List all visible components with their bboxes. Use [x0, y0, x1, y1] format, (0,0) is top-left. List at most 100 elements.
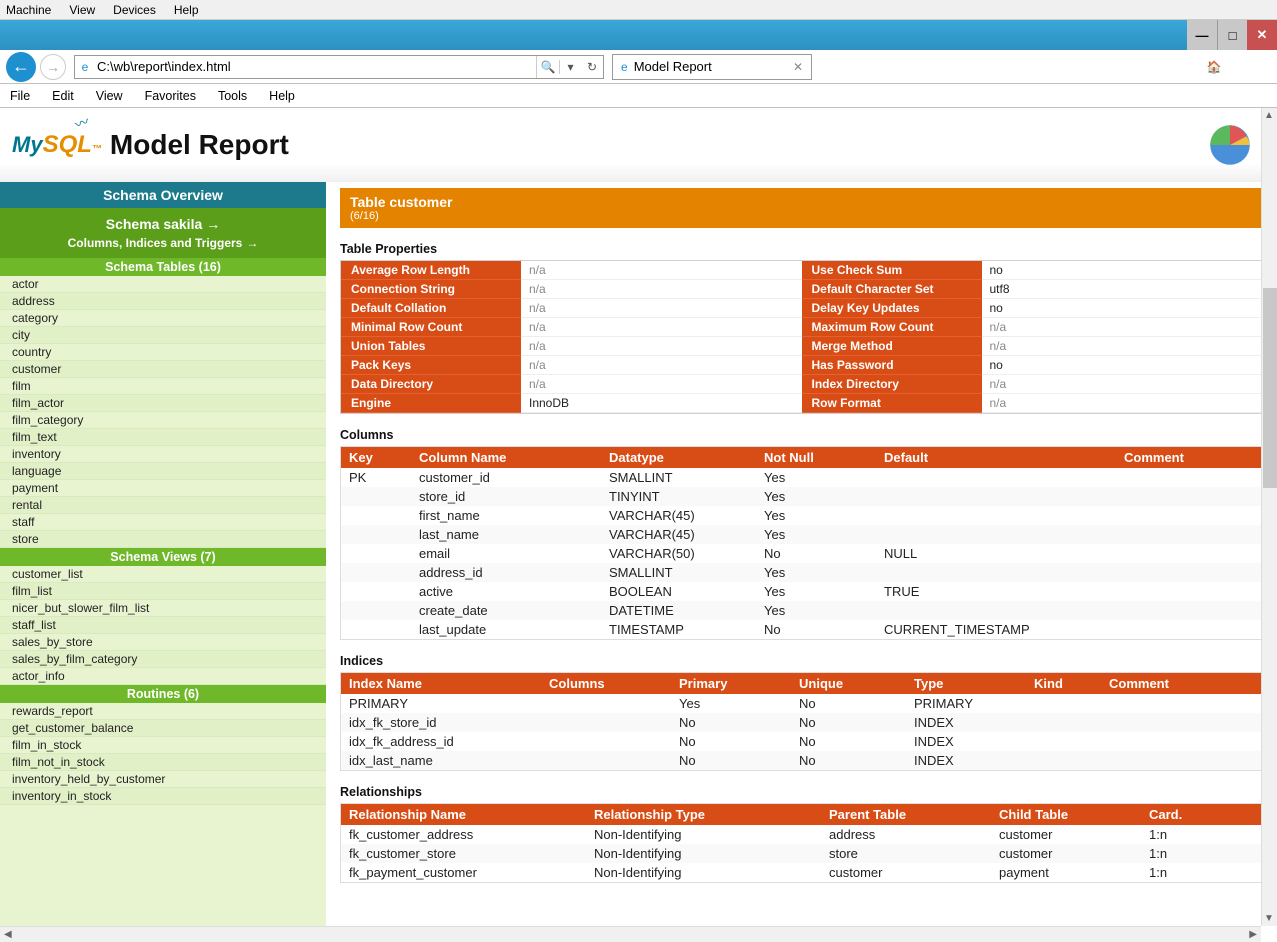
cell: No [791, 732, 906, 751]
page-content: 〰 MySQL™ Model Report Schema Overview Sc… [0, 108, 1277, 942]
cell: store [821, 844, 991, 863]
col-header: Comment [1116, 447, 1262, 468]
scroll-down-icon[interactable]: ▼ [1262, 913, 1276, 924]
back-button[interactable]: ← [6, 52, 36, 82]
sidebar-table-staff[interactable]: staff [0, 514, 326, 531]
prop-value: n/a [521, 375, 802, 394]
close-button[interactable]: ✕ [1247, 20, 1277, 50]
prop-label: Delay Key Updates [802, 299, 982, 318]
favorites-icon[interactable]: ★ [1231, 60, 1242, 74]
horizontal-scrollbar[interactable]: ◀ ▶ [0, 926, 1261, 942]
sidebar-table-address[interactable]: address [0, 293, 326, 310]
sidebar-table-inventory[interactable]: inventory [0, 446, 326, 463]
cell: fk_customer_store [341, 844, 586, 863]
sidebar-view-nicer_but_slower_film_list[interactable]: nicer_but_slower_film_list [0, 600, 326, 617]
sidebar-table-actor[interactable]: actor [0, 276, 326, 293]
cell: Yes [756, 468, 876, 487]
col-header: Columns [541, 673, 671, 694]
sidebar-routine-film_in_stock[interactable]: film_in_stock [0, 737, 326, 754]
cell: Non-Identifying [586, 863, 821, 882]
sidebar-table-country[interactable]: country [0, 344, 326, 361]
ie-menu-edit[interactable]: Edit [52, 89, 74, 103]
indices-table: Index NameColumnsPrimaryUniqueTypeKindCo… [341, 673, 1262, 770]
cell: PRIMARY [341, 694, 541, 713]
vm-menu-view[interactable]: View [69, 3, 95, 17]
ie-menu-tools[interactable]: Tools [218, 89, 247, 103]
ie-menu-help[interactable]: Help [269, 89, 295, 103]
sidebar-view-film_list[interactable]: film_list [0, 583, 326, 600]
sidebar-view-actor_info[interactable]: actor_info [0, 668, 326, 685]
ie-menu-view[interactable]: View [96, 89, 123, 103]
cell: TRUE [876, 582, 1116, 601]
dropdown-icon[interactable]: ▾ [559, 60, 581, 74]
ie-navbar: ← → e 🔍 ▾ ↻ e Model Report ✕ 🏠 ★ ⚙ [0, 50, 1277, 84]
sidebar-schema-block[interactable]: Schema sakila→ Columns, Indices and Trig… [0, 208, 326, 258]
refresh-icon[interactable]: ↻ [581, 60, 603, 74]
cell [1116, 487, 1262, 506]
prop-label: Default Collation [341, 299, 521, 318]
sidebar-table-customer[interactable]: customer [0, 361, 326, 378]
vm-menu-devices[interactable]: Devices [113, 3, 156, 17]
cell: INDEX [906, 713, 1026, 732]
sidebar-table-store[interactable]: store [0, 531, 326, 548]
cell: Yes [756, 525, 876, 544]
cell: customer [991, 825, 1141, 844]
col-header: Type [906, 673, 1026, 694]
table-row: last_updateTIMESTAMPNoCURRENT_TIMESTAMP [341, 620, 1262, 639]
sidebar-table-film_actor[interactable]: film_actor [0, 395, 326, 412]
prop-value: no [982, 299, 1263, 318]
cell [876, 601, 1116, 620]
vm-menu-help[interactable]: Help [174, 3, 199, 17]
ie-menu-file[interactable]: File [10, 89, 30, 103]
table-count: (6/16) [350, 210, 1253, 222]
minimize-button[interactable]: — [1187, 20, 1217, 50]
sidebar-table-film[interactable]: film [0, 378, 326, 395]
cell [341, 525, 411, 544]
maximize-button[interactable]: □ [1217, 20, 1247, 50]
table-row: fk_customer_addressNon-Identifyingaddres… [341, 825, 1262, 844]
sidebar-table-film_text[interactable]: film_text [0, 429, 326, 446]
sidebar-view-customer_list[interactable]: customer_list [0, 566, 326, 583]
sidebar-routine-rewards_report[interactable]: rewards_report [0, 703, 326, 720]
close-tab-icon[interactable]: ✕ [793, 60, 803, 74]
sidebar-routine-get_customer_balance[interactable]: get_customer_balance [0, 720, 326, 737]
search-icon[interactable]: 🔍 [537, 60, 559, 74]
prop-label: Pack Keys [341, 356, 521, 375]
ie-menu-favorites[interactable]: Favorites [145, 89, 196, 103]
sidebar-routine-inventory_in_stock[interactable]: inventory_in_stock [0, 788, 326, 805]
section-title-indices: Indices [340, 654, 1263, 668]
scroll-up-icon[interactable]: ▲ [1262, 110, 1276, 121]
scroll-right-icon[interactable]: ▶ [1249, 929, 1257, 940]
cell: idx_last_name [341, 751, 541, 770]
cell: Yes [756, 582, 876, 601]
prop-label: Default Character Set [802, 280, 982, 299]
sidebar-table-category[interactable]: category [0, 310, 326, 327]
scroll-left-icon[interactable]: ◀ [4, 929, 12, 940]
address-bar[interactable]: e 🔍 ▾ ↻ [74, 55, 604, 79]
forward-button[interactable]: → [40, 54, 66, 80]
sidebar-table-city[interactable]: city [0, 327, 326, 344]
home-icon[interactable]: 🏠 [1207, 60, 1222, 74]
sidebar-routine-inventory_held_by_customer[interactable]: inventory_held_by_customer [0, 771, 326, 788]
vertical-scrollbar[interactable]: ▲ ▼ [1261, 108, 1277, 926]
scrollbar-thumb[interactable] [1263, 288, 1277, 488]
sidebar-table-language[interactable]: language [0, 463, 326, 480]
sidebar-view-staff_list[interactable]: staff_list [0, 617, 326, 634]
url-input[interactable] [95, 59, 536, 74]
sidebar-view-sales_by_store[interactable]: sales_by_store [0, 634, 326, 651]
sidebar-routine-film_not_in_stock[interactable]: film_not_in_stock [0, 754, 326, 771]
sidebar-table-payment[interactable]: payment [0, 480, 326, 497]
sidebar-table-film_category[interactable]: film_category [0, 412, 326, 429]
settings-icon[interactable]: ⚙ [1252, 60, 1263, 74]
sidebar-section-routines: Routines (6) [0, 685, 326, 703]
browser-tab[interactable]: e Model Report ✕ [612, 54, 812, 80]
prop-value: utf8 [982, 280, 1263, 299]
cell: Yes [756, 563, 876, 582]
vm-menu-machine[interactable]: Machine [6, 3, 51, 17]
cell: idx_fk_address_id [341, 732, 541, 751]
cell: fk_customer_address [341, 825, 586, 844]
sidebar-view-sales_by_film_category[interactable]: sales_by_film_category [0, 651, 326, 668]
cell: INDEX [906, 751, 1026, 770]
sidebar-table-rental[interactable]: rental [0, 497, 326, 514]
col-header: Card. [1141, 804, 1262, 825]
